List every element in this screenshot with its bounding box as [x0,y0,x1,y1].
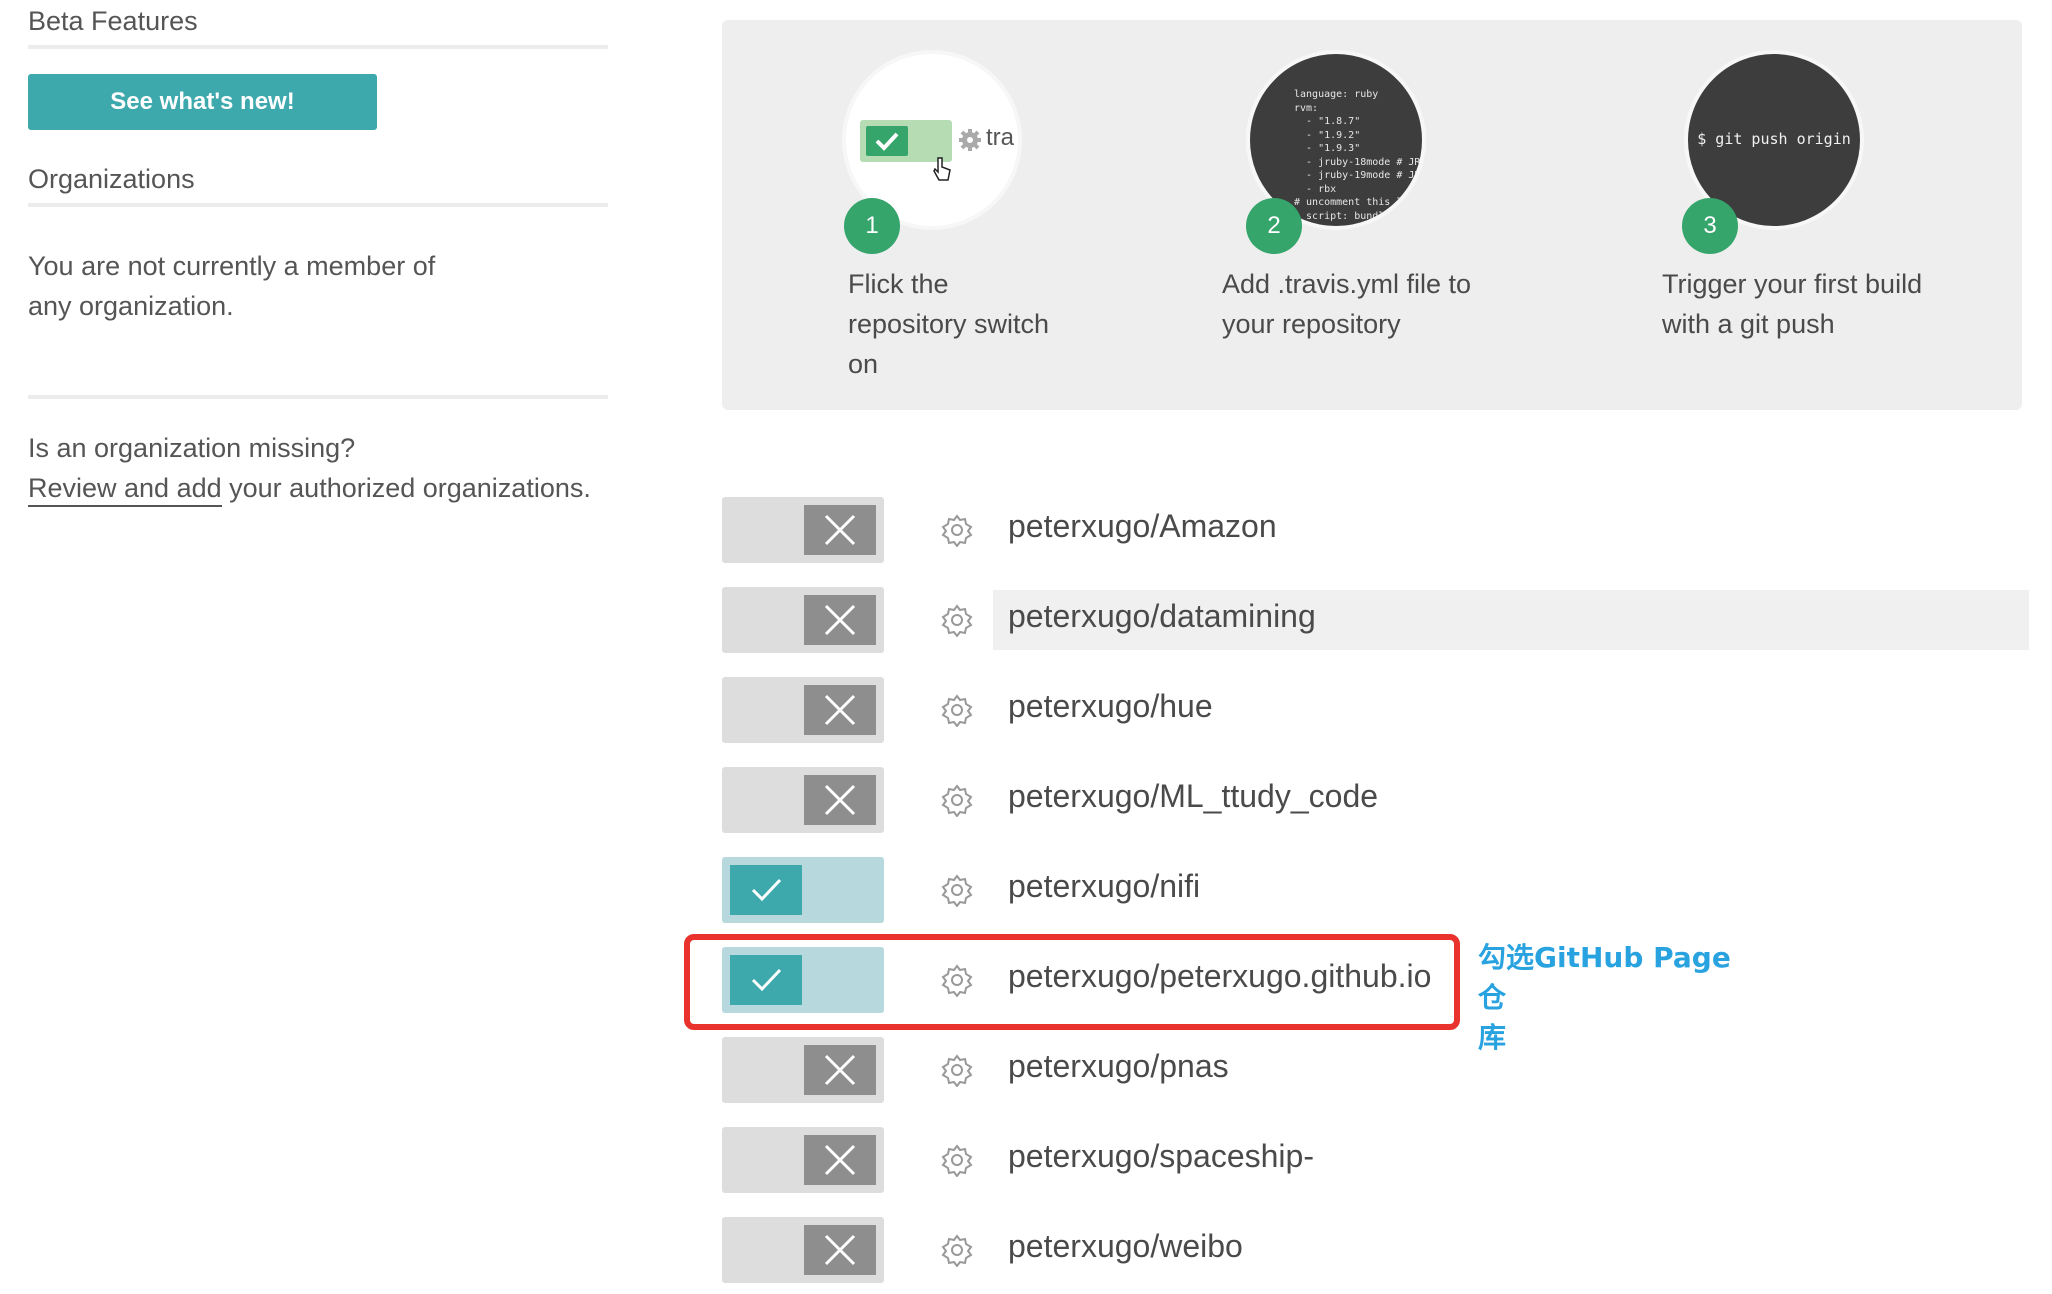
close-icon [804,1225,876,1275]
repo-toggle[interactable] [722,497,884,563]
code-line: - "1.8.7" [1294,116,1361,127]
beta-features-heading: Beta Features [28,6,608,49]
close-icon [804,505,876,555]
code-line: # uncomment this li [1294,197,1409,208]
repo-name[interactable]: peterxugo/datamining [1008,598,1316,635]
code-line: script: bundle [1294,210,1391,222]
step-3-line-1: Trigger your first build [1662,269,1923,299]
close-icon [804,1045,876,1095]
step-2-line-1: Add .travis.yml file to [1222,269,1472,299]
review-and-add-link[interactable]: Review and add [28,473,222,507]
gear-icon[interactable] [940,1053,974,1088]
gear-icon[interactable] [940,693,974,728]
code-line: - "1.9.3" [1294,143,1361,154]
gear-icon[interactable] [940,1143,974,1178]
repo-toggle[interactable] [722,1127,884,1193]
code-line: - "1.9.2" [1294,129,1361,141]
missing-org-question: Is an organization missing? [28,433,356,463]
repo-name[interactable]: peterxugo/hue [1008,688,1213,725]
repo-toggle[interactable] [722,677,884,743]
repo-toggle[interactable] [722,587,884,653]
review-rest-text: your authorized organizations. [221,473,591,503]
gear-icon[interactable] [940,783,974,818]
check-icon [730,865,802,915]
check-icon [866,126,908,156]
repo-name[interactable]: peterxugo/nifi [1008,868,1200,905]
git-push-command: $ git push origin [1697,130,1851,148]
repo-name[interactable]: peterxugo/spaceship- [1008,1138,1314,1175]
no-organization-text: You are not currently a member of any or… [28,246,435,326]
missing-organization-text: Is an organization missing? Review and a… [28,428,591,508]
step-1-number: 1 [844,198,900,254]
step-2-line-2: your repository [1222,309,1401,339]
repo-toggle[interactable] [722,767,884,833]
step-2-text: Add .travis.yml file to your repository [1222,264,1471,344]
gear-icon[interactable] [940,873,974,908]
code-line: - jruby-19mode # JRub [1294,170,1426,181]
illustration-text: tra [986,124,1015,151]
repo-name[interactable]: peterxugo/Amazon [1008,508,1277,545]
gear-icon[interactable] [940,1233,974,1268]
step-2-number: 2 [1246,198,1302,254]
step-3-line-2: with a git push [1662,309,1835,339]
step-1-line-2: repository switch [848,309,1050,339]
close-icon [804,775,876,825]
close-icon [804,595,876,645]
repo-toggle[interactable] [722,1217,884,1283]
organizations-heading: Organizations [28,164,608,207]
repo-toggle[interactable] [722,857,884,923]
annotation-line-2: 库 [1478,1021,1507,1054]
step-1-text: Flick the repository switch on [848,264,1049,384]
code-line: - jruby-18mode # JRub [1294,156,1426,168]
repo-toggle[interactable] [722,1037,884,1103]
getting-started-panel: tra 1 Flick the repository switch on lan… [722,20,2022,410]
see-whats-new-button[interactable]: See what's new! [28,74,377,130]
sidebar-divider [28,395,608,399]
annotation-text: 勾选GitHub Page仓 库 [1478,938,1753,1058]
pointer-cursor-icon [932,156,952,182]
no-org-line-2: any organization. [28,291,234,321]
gear-icon [958,128,982,152]
code-line: language: ruby [1294,89,1379,100]
step-3-text: Trigger your first build with a git push [1662,264,1922,344]
gear-icon[interactable] [940,603,974,638]
gear-icon[interactable] [940,513,974,548]
repo-name[interactable]: peterxugo/pnas [1008,1048,1229,1085]
travis-yml-code: language: ruby rvm: - "1.8.7" - "1.9.2" -… [1294,88,1426,223]
no-org-line-1: You are not currently a member of [28,251,436,281]
annotation-line-1: 勾选GitHub Page仓 [1478,941,1731,1014]
step-1-line-3: on [848,349,879,379]
step-3-number: 3 [1682,198,1738,254]
highlight-box [684,934,1460,1030]
code-line: rvm: [1294,102,1319,114]
repo-name[interactable]: peterxugo/ML_ttudy_code [1008,778,1378,815]
close-icon [804,1135,876,1185]
step-1-line-1: Flick the [848,269,949,299]
review-line: Review and add your authorized organizat… [28,468,591,508]
code-line: - rbx [1294,183,1337,195]
repo-name[interactable]: peterxugo/weibo [1008,1228,1243,1265]
close-icon [804,685,876,735]
